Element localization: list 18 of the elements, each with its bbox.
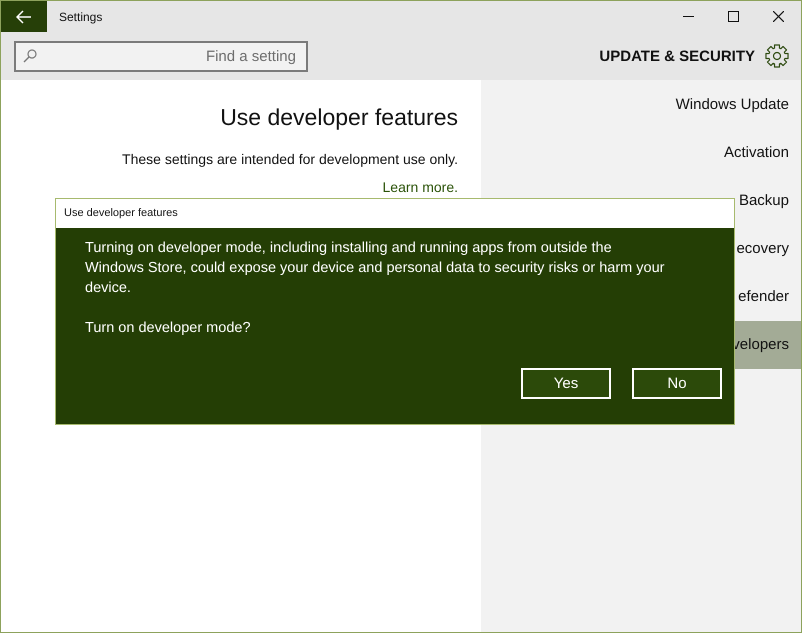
dialog-message: Turn on developer mode? [85,319,252,338]
section-title: UPDATE & SECURITY [599,48,755,64]
page-title: Use developer features [220,104,458,131]
gear-icon [765,44,789,68]
sidebar-item[interactable]: Windows Update [481,81,801,129]
back-button[interactable] [1,1,47,32]
window-title: Settings [59,10,104,24]
learn-more-link[interactable]: Learn more. [382,179,458,195]
close-icon [773,11,784,22]
dialog-title: Use developer features [56,199,734,228]
dialog-button[interactable]: No [632,368,722,399]
sidebar-item[interactable]: Activation [481,129,801,177]
page-description: These settings are intended for development use only. [122,151,458,167]
maximize-icon [728,11,739,22]
search-field[interactable]: Find a setting [14,40,308,72]
dialog-button[interactable]: Yes [521,368,611,399]
back-arrow-icon [16,10,32,24]
dialog-message: Turning on developer mode, including installing and running apps from outside the Windows Store, could expose your device and personal data to security risks or harm your device. [85,239,665,298]
